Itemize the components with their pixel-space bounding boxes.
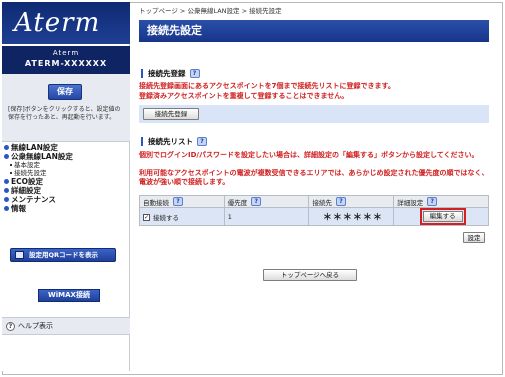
list-section-heading: 接続先リスト? (141, 137, 207, 146)
bullet-icon (10, 164, 12, 166)
help-icon[interactable]: ? (251, 196, 262, 206)
menu-item-maintenance[interactable]: メンテナンス (2, 195, 130, 204)
edit-button[interactable]: 編集する (422, 211, 463, 222)
model-brand: Aterm (52, 49, 80, 57)
bullet-icon (10, 172, 12, 174)
auto-connect-checkbox[interactable]: ✓ (143, 214, 150, 221)
back-to-top-button[interactable]: トップページへ戻る (263, 269, 357, 281)
menu-subitem-basic[interactable]: 基本設定 (2, 161, 130, 169)
bullet-icon (4, 206, 9, 211)
menu-item-info[interactable]: 情報 (2, 204, 130, 213)
save-description: [保存]ボタンをクリックすると、設定値の保存を行ったあと、再起動を行います。 (8, 106, 121, 121)
main-content: トップページ > 公衆無線LAN設定 > 接続先設定 接続先設定 接続先登録? … (131, 2, 501, 371)
bullet-icon (4, 179, 9, 184)
help-icon[interactable]: ? (189, 69, 200, 78)
edit-highlight: 編集する (419, 208, 466, 225)
table-row: ✓ 接続する 1 ＊＊＊＊＊＊ 編集する (139, 207, 489, 226)
set-button[interactable]: 設定 (463, 232, 485, 243)
register-section-heading: 接続先登録? (141, 69, 200, 78)
menu-item-public-wlan[interactable]: 公衆無線LAN設定 (2, 152, 130, 161)
aterm-logo: Aterm (14, 8, 101, 38)
help-icon[interactable]: ? (197, 137, 207, 146)
help-icon[interactable]: ? (335, 196, 346, 206)
register-note-2: 登録済みアクセスポイントを重複して登録することはできません。 (139, 92, 349, 100)
model-name: ATERM-XXXXXX (24, 59, 108, 68)
sidebar: Aterm Aterm ATERM-XXXXXX 保存 [保存]ボタンをクリック… (2, 2, 130, 371)
side-menu: 無線LAN設定 公衆無線LAN設定 基本設定 接続先設定 ECO設定 詳細設定 … (2, 143, 130, 213)
col-destination: 接続先? (308, 195, 395, 208)
wimax-connect-button[interactable]: WiMAX接続 (38, 289, 100, 302)
qr-code-icon (15, 251, 24, 259)
list-note-2: 利用可能なアクセスポイントの電波が複数受信できるエリアでは、あらかじめ設定された… (139, 169, 489, 186)
qr-code-button[interactable]: 設定用QRコードを表示 (10, 248, 116, 262)
register-note-1: 接続先登録画面にあるアクセスポイントを7個まで接続先リストに登録できます。 (139, 82, 395, 90)
bullet-icon (4, 197, 9, 202)
page-title: 接続先設定 (139, 20, 489, 42)
cell-destination: ＊＊＊＊＊＊ (308, 207, 395, 226)
breadcrumb: トップページ > 公衆無線LAN設定 > 接続先設定 (139, 7, 282, 15)
help-icon[interactable]: ? (173, 196, 183, 206)
save-button[interactable]: 保存 (48, 84, 82, 100)
model-info: Aterm ATERM-XXXXXX (2, 46, 130, 74)
cell-detail: 編集する (393, 207, 489, 226)
menu-item-wireless-lan[interactable]: 無線LAN設定 (2, 143, 130, 152)
menu-subitem-connection[interactable]: 接続先設定 (2, 169, 130, 177)
help-icon: ? (6, 322, 15, 331)
cell-priority: 1 (223, 207, 310, 226)
register-button[interactable]: 接続先登録 (143, 108, 199, 120)
bullet-icon (4, 154, 9, 159)
logo-area: Aterm (2, 2, 130, 44)
col-detail: 詳細設定? (393, 195, 489, 208)
cell-auto-connect: ✓ 接続する (139, 207, 225, 226)
table-header-row: 自動接続? 優先度? 接続先? 詳細設定? (139, 195, 489, 208)
bullet-icon (4, 145, 9, 150)
bullet-icon (4, 188, 9, 193)
list-note-1: 個別でログインID/パスワードを設定したい場合は、詳細設定の「編集する」ボタンか… (139, 151, 479, 159)
connection-list-table: 自動接続? 優先度? 接続先? 詳細設定? ✓ 接続する 1 ＊＊＊＊＊＊ 編集す… (139, 195, 489, 226)
col-priority: 優先度? (223, 195, 310, 208)
help-icon[interactable]: ? (427, 196, 438, 206)
menu-item-eco[interactable]: ECO設定 (2, 177, 130, 186)
save-area: 保存 [保存]ボタンをクリックすると、設定値の保存を行ったあと、再起動を行います… (2, 74, 130, 142)
menu-item-advanced[interactable]: 詳細設定 (2, 186, 130, 195)
help-link[interactable]: ? ヘルプ表示 (2, 317, 130, 335)
col-auto-connect: 自動接続? (139, 195, 225, 208)
